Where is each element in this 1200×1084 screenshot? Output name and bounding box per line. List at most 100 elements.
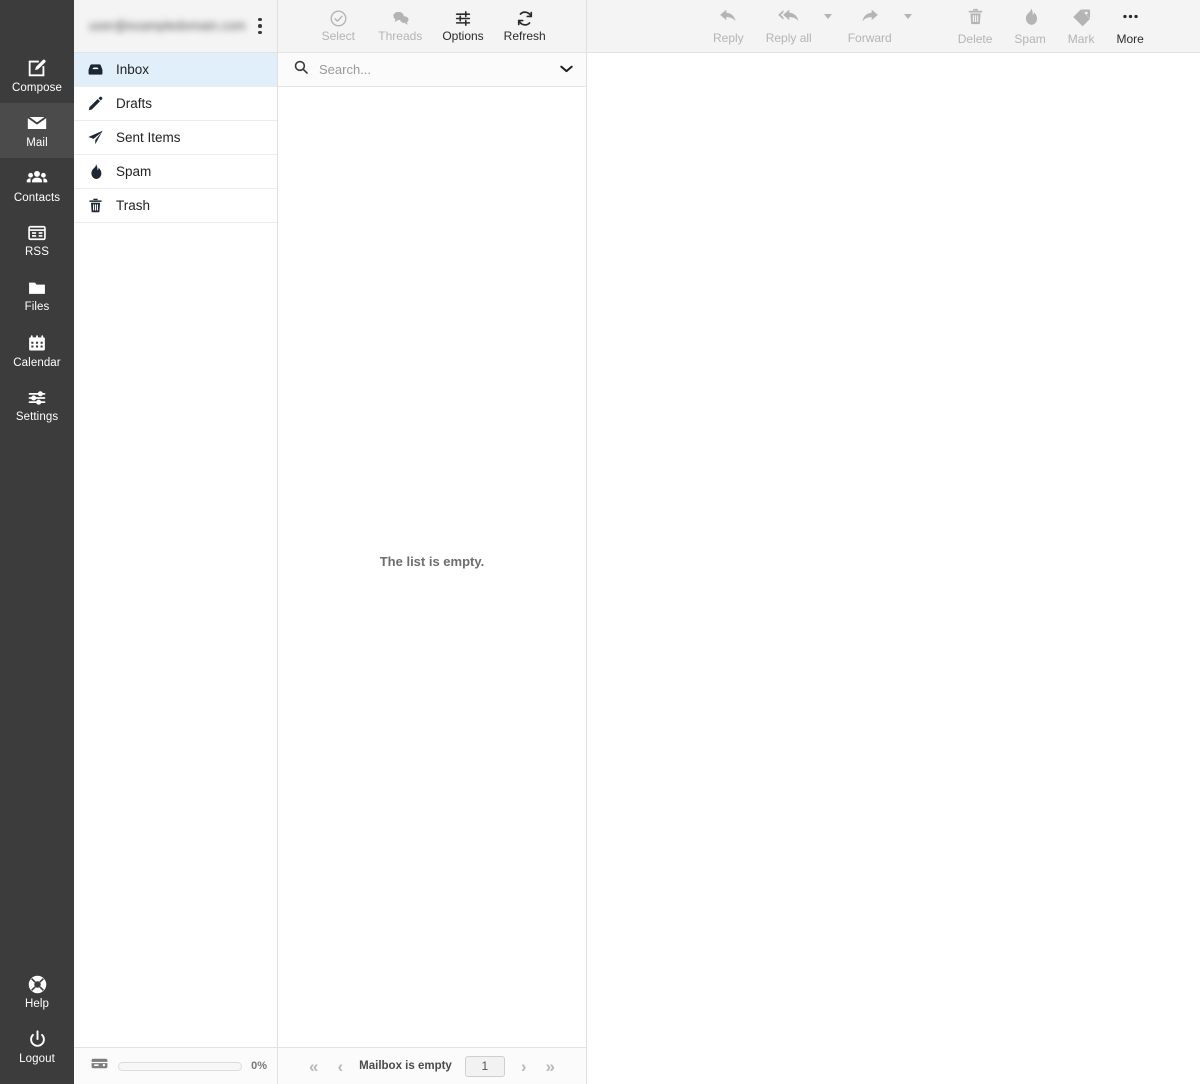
- settings-icon: [26, 388, 48, 408]
- message-toolbar: Reply Reply all Forward Delete Spam Mark…: [587, 0, 1200, 53]
- search-icon: [293, 59, 309, 80]
- mark-button[interactable]: Mark: [1060, 7, 1103, 46]
- rss-icon: [26, 223, 48, 243]
- taskbar-top-group: Compose Mail Contacts RSS Files Calendar…: [0, 0, 74, 433]
- list-toolbar: Select Threads Options Refresh: [278, 0, 586, 53]
- spam-button-label: Spam: [1014, 31, 1046, 46]
- trash-icon: [87, 197, 104, 214]
- folder-item-label: Inbox: [116, 62, 150, 77]
- empty-list-message: The list is empty.: [379, 553, 485, 569]
- prev-page-button[interactable]: ‹: [334, 1058, 346, 1075]
- threads-icon: [390, 9, 411, 28]
- taskbar-item-calendar[interactable]: Calendar: [0, 323, 74, 378]
- reply-all-icon: [777, 7, 801, 30]
- options-button-label: Options: [442, 29, 484, 43]
- taskbar-bottom-group: Help Logout: [0, 964, 74, 1084]
- account-email: user@exampledomain.com: [89, 19, 246, 33]
- taskbar-item-settings[interactable]: Settings: [0, 378, 74, 433]
- logout-icon: [27, 1029, 48, 1050]
- mailbox-status-label: Mailbox is empty: [359, 1060, 452, 1072]
- message-view-panel: Reply Reply all Forward Delete Spam Mark…: [587, 0, 1200, 1084]
- reply-button-label: Reply: [713, 31, 744, 45]
- taskbar-item-mail[interactable]: Mail: [0, 103, 74, 158]
- spam-button[interactable]: Spam: [1006, 7, 1053, 46]
- folder-item-label: Sent Items: [116, 130, 181, 145]
- page-number-input[interactable]: [464, 1055, 505, 1077]
- folder-item-trash[interactable]: Trash: [74, 189, 277, 223]
- threads-button-label: Threads: [378, 29, 423, 43]
- threads-button[interactable]: Threads: [378, 9, 422, 43]
- check-circle-icon: [329, 9, 348, 28]
- forward-icon: [859, 7, 880, 30]
- reply-all-button-label: Reply all: [765, 31, 812, 45]
- options-icon: [453, 9, 473, 28]
- compose-icon: [26, 57, 48, 79]
- kebab-menu-icon[interactable]: [249, 11, 271, 41]
- kebab-dot: [258, 24, 262, 28]
- folder-item-spam[interactable]: Spam: [74, 155, 277, 189]
- refresh-button[interactable]: Refresh: [504, 9, 546, 43]
- more-button[interactable]: More: [1108, 7, 1151, 46]
- quota-percent-label: 0%: [251, 1060, 267, 1072]
- flame-icon: [87, 163, 104, 180]
- taskbar-item-help[interactable]: Help: [0, 964, 74, 1019]
- webmail-app: Compose Mail Contacts RSS Files Calendar…: [0, 0, 1200, 1084]
- forward-dropdown-icon[interactable]: [903, 14, 912, 19]
- folder-item-inbox[interactable]: Inbox: [74, 53, 277, 87]
- pagination-bar: « ‹ Mailbox is empty › »: [278, 1047, 586, 1084]
- taskbar-item-compose[interactable]: Compose: [0, 48, 74, 103]
- trash-icon: [966, 7, 985, 31]
- first-page-button[interactable]: «: [306, 1058, 321, 1075]
- taskbar-item-logout[interactable]: Logout: [0, 1019, 74, 1074]
- kebab-dot: [258, 30, 262, 35]
- taskbar-item-rss[interactable]: RSS: [0, 213, 74, 268]
- folder-item-label: Spam: [116, 164, 152, 179]
- folder-item-sent[interactable]: Sent Items: [74, 121, 277, 155]
- select-button[interactable]: Select: [318, 9, 358, 43]
- taskbar-item-label: RSS: [25, 246, 49, 258]
- ellipsis-icon: [1120, 7, 1141, 31]
- taskbar-item-label: Compose: [12, 82, 62, 94]
- delete-button-label: Delete: [957, 31, 993, 46]
- taskbar-item-contacts[interactable]: Contacts: [0, 158, 74, 213]
- taskbar-item-label: Settings: [15, 411, 59, 423]
- message-view-body: [587, 53, 1200, 1084]
- refresh-button-label: Refresh: [503, 29, 546, 43]
- taskbar-item-label: Contacts: [13, 192, 61, 204]
- options-button[interactable]: Options: [442, 9, 484, 43]
- folder-item-drafts[interactable]: Drafts: [74, 87, 277, 121]
- chevron-down-icon[interactable]: [559, 61, 574, 79]
- folders-header: user@exampledomain.com: [74, 0, 277, 53]
- last-page-button[interactable]: »: [543, 1058, 558, 1075]
- paper-plane-icon: [87, 129, 104, 146]
- delete-button[interactable]: Delete: [950, 7, 1001, 46]
- taskbar-item-label: Files: [24, 301, 50, 313]
- taskbar-item-label: Calendar: [13, 356, 61, 369]
- reply-all-button[interactable]: Reply all: [758, 7, 820, 45]
- forward-button[interactable]: Forward: [840, 7, 900, 45]
- refresh-icon: [515, 9, 535, 28]
- reply-button[interactable]: Reply: [705, 7, 752, 45]
- select-button-label: Select: [321, 29, 355, 43]
- quota-progress-track: [118, 1061, 243, 1071]
- inbox-icon: [87, 61, 104, 78]
- next-page-button[interactable]: ›: [518, 1058, 530, 1075]
- more-button-label: More: [1116, 31, 1144, 46]
- message-list-body: The list is empty.: [278, 87, 586, 1047]
- search-input[interactable]: [319, 62, 549, 77]
- search-bar: [278, 53, 586, 87]
- reply-all-dropdown-icon[interactable]: [823, 14, 832, 19]
- taskbar-item-label: Logout: [19, 1052, 55, 1065]
- files-icon: [26, 278, 48, 298]
- disk-icon: [90, 1056, 109, 1076]
- folders-panel: user@exampledomain.com Inbox Drafts Sent…: [74, 0, 278, 1084]
- taskbar-item-files[interactable]: Files: [0, 268, 74, 323]
- tag-icon: [1071, 7, 1092, 31]
- folder-item-label: Drafts: [116, 96, 153, 111]
- folder-item-label: Trash: [116, 198, 151, 213]
- reply-icon: [718, 7, 739, 30]
- mail-icon: [25, 112, 49, 134]
- help-icon: [27, 974, 48, 995]
- folder-list: Inbox Drafts Sent Items Spam Trash: [74, 53, 277, 1047]
- forward-button-label: Forward: [847, 31, 892, 45]
